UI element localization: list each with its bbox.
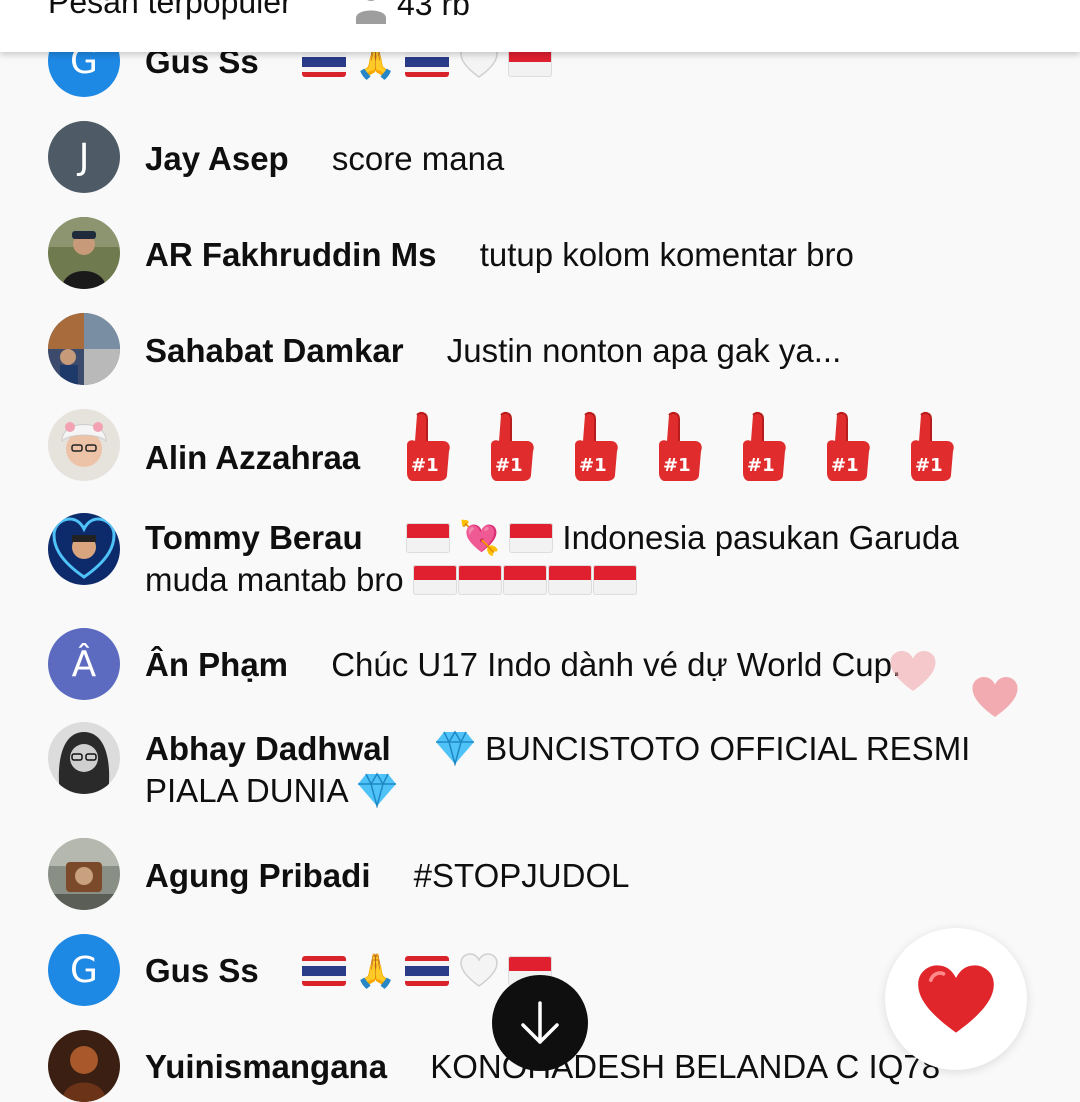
message-text: score mana (331, 140, 505, 177)
like-reaction-button[interactable] (885, 928, 1027, 1070)
author-name: Sahabat Damkar (145, 332, 404, 369)
message-text: BUNCISTOTO OFFICIAL RESMI (485, 730, 971, 767)
avatar: G (48, 934, 120, 1006)
message-text: tutup kolom komentar bro (479, 236, 854, 273)
author-name: Ân Phạm (145, 646, 289, 683)
author-name: AR Fakhruddin Ms (145, 236, 437, 273)
foam-finger-icon: #1 (743, 411, 787, 481)
thailand-flag-icon (301, 956, 346, 986)
chat-message: J Jay Asep score mana (48, 121, 1008, 193)
floating-heart-icon (890, 651, 936, 691)
emoji-sequence: #1 #1 #1 #1 #1 #1 #1 (403, 411, 957, 481)
svg-text:#1: #1 (411, 455, 439, 476)
indonesia-flag-icon (509, 523, 554, 553)
avatar (48, 217, 120, 289)
avatar (48, 1030, 120, 1102)
indonesia-flag-icon (405, 523, 450, 553)
indonesia-flag-icon (457, 565, 502, 595)
foam-finger-icon: #1 (575, 411, 619, 481)
author-name: Gus Ss (145, 952, 259, 989)
indonesia-flag-icon (412, 565, 457, 595)
author-name: Jay Asep (145, 140, 289, 177)
message-text: Justin nonton apa gak ya... (446, 332, 842, 369)
heart-arrow-icon: 💘 (458, 518, 501, 557)
thailand-flag-icon (405, 956, 450, 986)
chat-mode-title[interactable]: Pesan terpopuler (48, 0, 292, 21)
foam-finger-icon: #1 (407, 411, 451, 481)
chat-message: Â Ân Phạm Chúc U17 Indo dành vé dự World… (48, 628, 1008, 700)
chat-header: Pesan terpopuler 43 rb (0, 0, 1080, 52)
author-name: Abhay Dadhwal (145, 730, 391, 767)
svg-text:#1: #1 (579, 455, 607, 476)
diamond-icon (357, 772, 396, 808)
diamond-icon (435, 730, 474, 766)
floating-heart-icon (972, 677, 1018, 717)
svg-text:#1: #1 (831, 455, 859, 476)
message-text-continued: PIALA DUNIA (145, 772, 347, 809)
indonesia-flag-icon (592, 565, 637, 595)
svg-text:#1: #1 (495, 455, 523, 476)
author-name: Tommy Berau (145, 519, 363, 556)
avatar (48, 409, 120, 481)
avatar (48, 838, 120, 910)
folded-hands-icon: 🙏 (355, 951, 397, 990)
avatar (48, 313, 120, 385)
white-heart-icon (459, 953, 498, 987)
foam-finger-icon: #1 (827, 411, 871, 481)
svg-text:#1: #1 (915, 455, 943, 476)
foam-finger-icon: #1 (491, 411, 535, 481)
foam-finger-icon: #1 (659, 411, 703, 481)
foam-finger-icon: #1 (911, 411, 955, 481)
avatar (48, 722, 120, 794)
author-name: Alin Azzahraa (145, 439, 361, 476)
avatar: Â (48, 628, 120, 700)
chat-message: Alin Azzahraa #1 #1 #1 #1 #1 #1 #1 (48, 409, 1008, 489)
person-icon (356, 0, 386, 24)
message-text-continued: muda mantab bro (145, 561, 404, 598)
message-text: #STOPJUDOL (413, 857, 630, 894)
avatar (48, 513, 120, 585)
author-name: Yuinismangana (145, 1048, 388, 1085)
svg-text:#1: #1 (747, 455, 775, 476)
heart-icon (918, 965, 994, 1033)
message-text: Indonesia pasukan Garuda (562, 519, 959, 556)
chat-message: Sahabat Damkar Justin nonton apa gak ya.… (48, 313, 1008, 385)
scroll-to-bottom-button[interactable] (492, 975, 588, 1071)
chat-message: Agung Pribadi #STOPJUDOL (48, 838, 1008, 910)
svg-text:#1: #1 (663, 455, 691, 476)
chat-message: AR Fakhruddin Ms tutup kolom komentar br… (48, 217, 1008, 289)
indonesia-flag-icon (547, 565, 592, 595)
author-name: Agung Pribadi (145, 857, 371, 894)
viewer-count: 43 rb (355, 0, 470, 24)
chat-message: Abhay Dadhwal BUNCISTOTO OFFICIAL RESMI … (48, 722, 1008, 812)
viewer-count-value: 43 rb (397, 0, 470, 22)
indonesia-flag-icon (502, 565, 547, 595)
arrow-down-icon (521, 1001, 559, 1044)
message-text: Chúc U17 Indo dành vé dự World Cup. (331, 646, 902, 683)
avatar: J (48, 121, 120, 193)
chat-message: Tommy Berau 💘 Indonesia pasukan Garuda m… (48, 513, 1008, 603)
